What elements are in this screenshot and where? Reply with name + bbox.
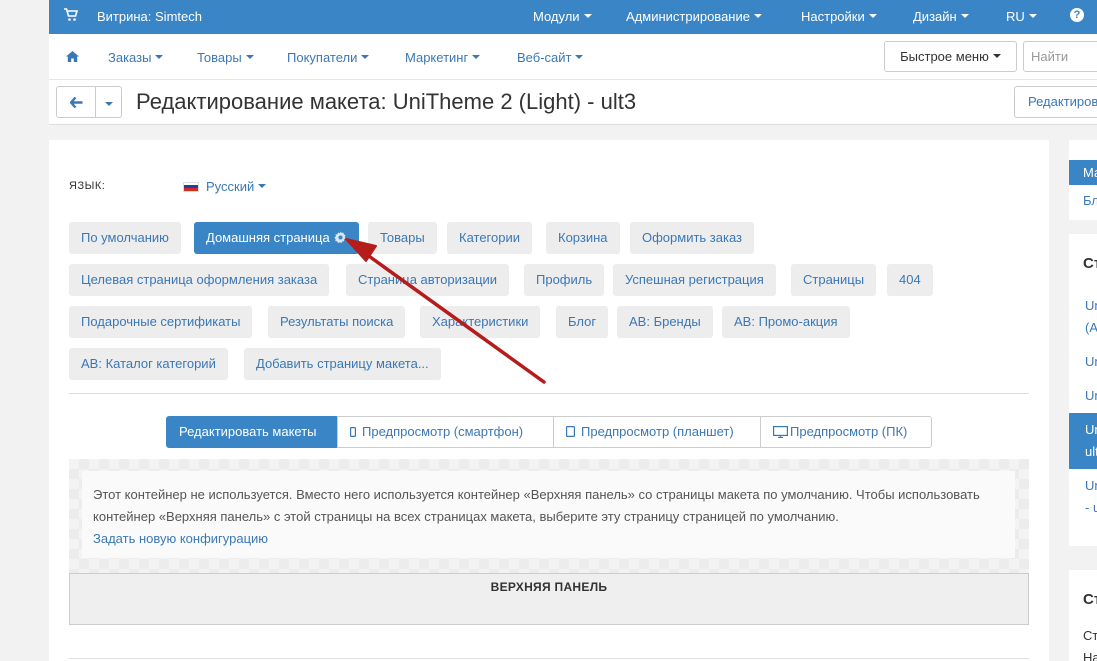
layout-tab-blog[interactable]: Блог xyxy=(556,306,609,338)
menu-modules[interactable]: Модули xyxy=(533,9,592,24)
divider xyxy=(69,393,1029,394)
help-icon[interactable]: ? xyxy=(1070,8,1084,22)
storefront-label[interactable]: Витрина: Simtech xyxy=(97,9,202,24)
layout-tab-cart[interactable]: Корзина xyxy=(546,222,620,254)
sidebar-layout-selected[interactable]: Un ult xyxy=(1069,413,1097,469)
menu-settings[interactable]: Настройки xyxy=(801,9,877,24)
home-icon[interactable] xyxy=(66,51,79,62)
layout-tab-ab-promo[interactable]: AB: Промо-акция xyxy=(722,306,850,338)
layout-tab-features[interactable]: Характеристики xyxy=(420,306,541,338)
layout-tab-pages[interactable]: Страницы xyxy=(791,264,877,296)
preview-tablet-button[interactable]: Предпросмотр (планшет) xyxy=(553,416,761,448)
arrow-left-icon xyxy=(70,97,83,108)
sidebar-section-header: Ст xyxy=(1083,255,1097,272)
menu-administration[interactable]: Администрирование xyxy=(626,9,762,24)
sidebar-selected-label: Un xyxy=(1085,422,1097,437)
sidebar-nav: Ма Бл xyxy=(1069,140,1097,220)
sidebar-layout-link[interactable]: Un xyxy=(1085,298,1097,313)
edit-layout-button[interactable]: Редактиров xyxy=(1014,86,1097,118)
desktop-icon xyxy=(773,425,788,438)
sidebar-layout-link-cont[interactable]: (А xyxy=(1085,320,1097,335)
chevron-down-icon xyxy=(868,13,877,18)
nav-products[interactable]: Товары xyxy=(197,50,254,65)
layout-tab-checkout-landing[interactable]: Целевая страница оформления заказа xyxy=(69,264,330,296)
menu-language[interactable]: RU xyxy=(1006,9,1037,24)
language-selector[interactable]: Русский xyxy=(183,179,267,194)
russian-flag-icon xyxy=(183,181,199,192)
back-button[interactable] xyxy=(56,86,96,118)
gear-icon[interactable] xyxy=(334,231,347,244)
top-bar: Витрина: Simtech Модули Администрировани… xyxy=(49,0,1097,34)
chevron-down-icon xyxy=(155,54,164,59)
notice-text: Этот контейнер не используется. Вместо н… xyxy=(93,487,980,524)
chevron-down-icon xyxy=(992,53,1001,58)
quick-menu-button[interactable]: Быстрое меню xyxy=(884,41,1017,72)
layout-tab-profile[interactable]: Профиль xyxy=(524,264,605,296)
chevron-down-icon xyxy=(583,13,592,18)
chevron-down-icon xyxy=(245,54,254,59)
language-label: ЯЗЫК: xyxy=(69,180,106,192)
layout-tab-ab-brands[interactable]: AB: Бренды xyxy=(617,306,713,338)
divider xyxy=(69,658,1029,659)
sidebar-layout-link[interactable]: Un xyxy=(1085,478,1097,493)
cart-icon[interactable] xyxy=(64,8,78,22)
layout-editor-panel: ЯЗЫК: Русский По умолчанию Домашняя стра… xyxy=(49,140,1049,661)
back-dropdown-button[interactable] xyxy=(95,86,122,118)
preview-smartphone-button[interactable]: Предпросмотр (смартфон) xyxy=(337,416,554,448)
layout-tab-checkout[interactable]: Оформить заказ xyxy=(630,222,755,254)
tablet-icon xyxy=(566,426,575,438)
layout-tab-404[interactable]: 404 xyxy=(887,264,933,296)
sidebar-layout-link[interactable]: Un xyxy=(1085,354,1097,369)
chevron-down-icon xyxy=(753,13,762,18)
sidebar-text: На xyxy=(1083,650,1097,661)
layout-tab-login[interactable]: Страница авторизации xyxy=(346,264,510,296)
chevron-down-icon xyxy=(472,54,481,59)
layout-tab-categories[interactable]: Категории xyxy=(447,222,532,254)
container-title: ВЕРХНЯЯ ПАНЕЛЬ xyxy=(490,580,608,594)
layout-tab-home[interactable]: Домашняя страница xyxy=(194,222,359,254)
main-navigation: Заказы Товары Покупатели Маркетинг Веб-с… xyxy=(49,34,1097,80)
preview-desktop-button[interactable]: Предпросмотр (ПК) xyxy=(760,416,932,448)
sidebar-item-active[interactable]: Ма xyxy=(1069,160,1097,185)
nav-website[interactable]: Веб-сайт xyxy=(517,50,584,65)
sidebar-item[interactable]: Бл xyxy=(1083,193,1097,208)
page-title: Редактирование макета: UniTheme 2 (Light… xyxy=(136,89,637,114)
title-bar: Редактирование макета: UniTheme 2 (Light… xyxy=(49,80,1097,125)
sidebar-info-panel: Ст Ст На xyxy=(1069,570,1097,661)
nav-customers[interactable]: Покупатели xyxy=(287,50,370,65)
add-layout-page-button[interactable]: Добавить страницу макета... xyxy=(244,348,441,380)
chevron-down-icon xyxy=(960,13,969,18)
container-notice: Этот контейнер не используется. Вместо н… xyxy=(82,471,1015,558)
sidebar-selected-label-cont: ult xyxy=(1085,444,1097,459)
nav-orders[interactable]: Заказы xyxy=(108,50,164,65)
edit-layouts-button[interactable]: Редактировать макеты xyxy=(166,416,338,448)
layout-tab-products[interactable]: Товары xyxy=(368,222,437,254)
layout-tab-default[interactable]: По умолчанию xyxy=(69,222,181,254)
search-input[interactable] xyxy=(1023,41,1097,72)
sidebar-layout-link-cont[interactable]: - u xyxy=(1085,500,1097,515)
layout-grid: Этот контейнер не используется. Вместо н… xyxy=(69,459,1029,625)
layout-tab-gift-certificates[interactable]: Подарочные сертификаты xyxy=(69,306,253,338)
set-new-configuration-link[interactable]: Задать новую конфигурацию xyxy=(93,528,1004,550)
sidebar-layouts-panel: Ст Un (А Un Un Un ult Un - u xyxy=(1069,234,1097,546)
chevron-down-icon xyxy=(361,54,370,59)
sidebar-section-header: Ст xyxy=(1083,591,1097,608)
chevron-down-icon xyxy=(105,102,113,106)
layout-tab-search-results[interactable]: Результаты поиска xyxy=(268,306,406,338)
menu-design[interactable]: Дизайн xyxy=(913,9,969,24)
smartphone-icon xyxy=(350,426,356,437)
nav-marketing[interactable]: Маркетинг xyxy=(405,50,481,65)
chevron-down-icon xyxy=(258,183,267,188)
layout-tab-ab-category-catalog[interactable]: AB: Каталог категорий xyxy=(69,348,228,380)
top-panel-container[interactable]: ВЕРХНЯЯ ПАНЕЛЬ xyxy=(69,573,1029,625)
layout-tab-registration-success[interactable]: Успешная регистрация xyxy=(613,264,776,296)
sidebar-layout-link[interactable]: Un xyxy=(1085,388,1097,403)
chevron-down-icon xyxy=(575,54,584,59)
sidebar-text: Ст xyxy=(1083,628,1097,643)
chevron-down-icon xyxy=(1028,13,1037,18)
